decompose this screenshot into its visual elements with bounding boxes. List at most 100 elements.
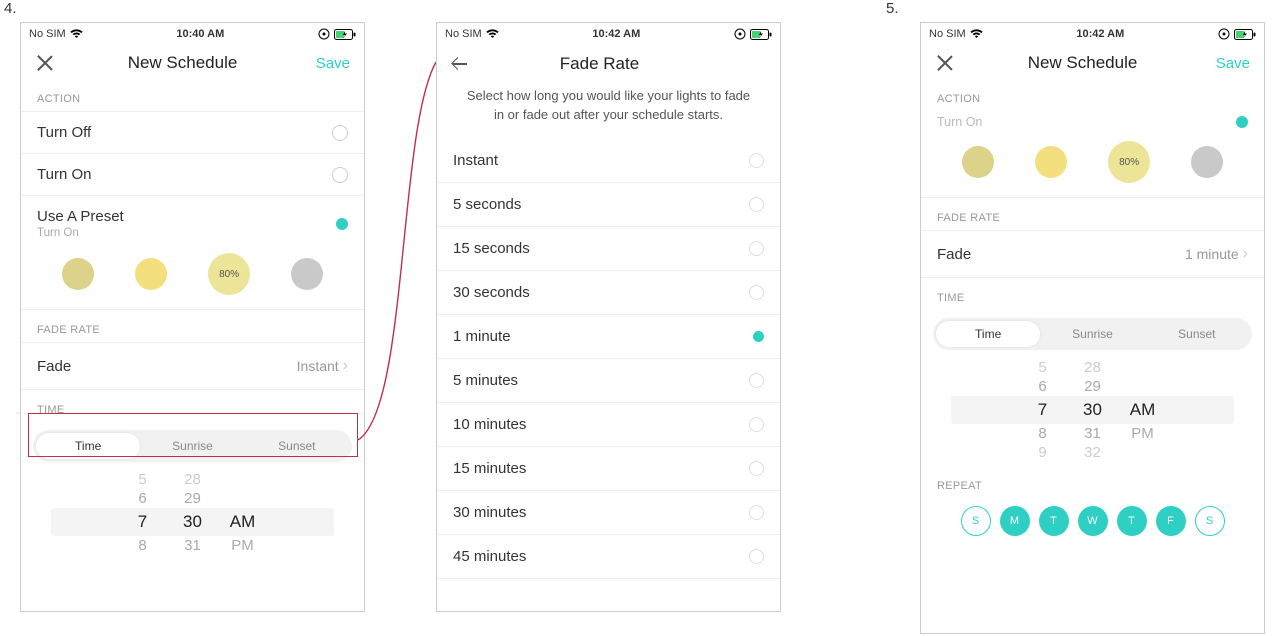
fade-option-row[interactable]: 15 seconds — [437, 227, 780, 271]
phone-screen-1: No SIM 10:40 AM New Schedule Save ACTION… — [20, 22, 365, 612]
fade-option-label: 30 minutes — [453, 504, 526, 521]
status-time: 10:42 AM — [1076, 28, 1124, 40]
chevron-right-icon: › — [343, 357, 348, 375]
section-label-action: ACTION — [921, 79, 1264, 107]
section-label-action: ACTION — [21, 79, 364, 112]
page-title: Fade Rate — [473, 54, 726, 74]
radio-unselected-icon — [332, 167, 348, 183]
row-label: Use A Preset — [37, 208, 124, 225]
time-tab-sunrise[interactable]: Sunrise — [140, 433, 244, 459]
time-tabs: Time Sunrise Sunset — [33, 430, 352, 462]
wifi-icon — [70, 29, 83, 39]
orientation-lock-icon — [318, 28, 330, 40]
row-sublabel: Turn On — [37, 227, 124, 239]
fade-option-label: 5 seconds — [453, 196, 521, 213]
radio-selected-icon — [753, 331, 764, 342]
fade-option-row[interactable]: 15 minutes — [437, 447, 780, 491]
radio-unselected-icon — [749, 197, 764, 212]
preset-color-swatch-selected[interactable]: 80% — [1108, 141, 1150, 183]
time-tab-sunset[interactable]: Sunset — [245, 433, 349, 459]
fade-option-label: 5 minutes — [453, 372, 518, 389]
preset-color-swatch[interactable] — [291, 258, 323, 290]
close-icon[interactable] — [35, 53, 55, 73]
radio-unselected-icon — [749, 549, 764, 564]
fade-option-row[interactable]: 1 minute — [437, 315, 780, 359]
nav-bar: New Schedule Save — [921, 43, 1264, 79]
fade-option-row[interactable]: 10 minutes — [437, 403, 780, 447]
carrier-text: No SIM — [29, 28, 66, 40]
row-label: Turn On — [37, 166, 91, 183]
repeat-day[interactable]: S — [961, 506, 991, 536]
radio-unselected-icon — [749, 417, 764, 432]
time-picker[interactable]: 528 629 730AM 831PM 932 — [921, 358, 1264, 466]
preset-color-swatch[interactable] — [962, 146, 994, 178]
page-title: New Schedule — [955, 53, 1210, 73]
time-picker[interactable]: 528 629 730AM 831PM — [21, 470, 364, 559]
helper-text: Select how long you would like your ligh… — [437, 81, 780, 139]
fade-label: Fade — [937, 246, 971, 263]
preset-color-swatch[interactable] — [1035, 146, 1067, 178]
repeat-day[interactable]: W — [1078, 506, 1108, 536]
preset-color-swatch[interactable] — [1191, 146, 1223, 178]
preset-color-swatch[interactable] — [135, 258, 167, 290]
fade-option-label: 30 seconds — [453, 284, 530, 301]
repeat-day[interactable]: T — [1039, 506, 1069, 536]
fade-option-label: 45 minutes — [453, 548, 526, 565]
action-turn-on[interactable]: Turn On — [21, 154, 364, 196]
preset-color-swatch[interactable] — [62, 258, 94, 290]
repeat-day[interactable]: F — [1156, 506, 1186, 536]
swatch-percent: 80% — [1119, 157, 1139, 168]
connector-line — [358, 60, 443, 455]
preset-color-swatch-selected[interactable]: 80% — [208, 253, 250, 295]
row-label: Turn On — [937, 115, 982, 129]
radio-unselected-icon — [332, 125, 348, 141]
nav-bar: Fade Rate — [437, 43, 780, 81]
fade-row[interactable]: Fade Instant› — [21, 342, 364, 390]
fade-option-label: Instant — [453, 152, 498, 169]
status-bar: No SIM 10:40 AM — [21, 23, 364, 43]
fade-option-label: 1 minute — [453, 328, 511, 345]
fade-options-list: Instant 5 seconds 15 seconds 30 seconds 1 mi… — [437, 139, 780, 579]
action-use-preset[interactable]: Use A Preset Turn On — [21, 196, 364, 243]
fade-option-row[interactable]: 5 minutes — [437, 359, 780, 403]
time-tab-time[interactable]: Time — [936, 321, 1040, 347]
preset-swatches: 80% — [921, 131, 1264, 198]
wifi-icon — [486, 29, 499, 39]
repeat-day[interactable]: T — [1117, 506, 1147, 536]
time-tab-sunrise[interactable]: Sunrise — [1040, 321, 1144, 347]
fade-row[interactable]: Fade 1 minute› — [921, 230, 1264, 278]
close-icon[interactable] — [935, 53, 955, 73]
save-button[interactable]: Save — [1210, 55, 1250, 72]
battery-icon — [750, 29, 772, 40]
radio-unselected-icon — [749, 285, 764, 300]
orientation-lock-icon — [1218, 28, 1230, 40]
section-label-time: TIME — [21, 390, 364, 422]
fade-value: 1 minute — [1185, 246, 1239, 262]
section-label-fade: FADE RATE — [921, 198, 1264, 230]
swatch-percent: 80% — [219, 269, 239, 280]
repeat-day[interactable]: S — [1195, 506, 1225, 536]
fade-option-row[interactable]: 5 seconds — [437, 183, 780, 227]
radio-unselected-icon — [749, 505, 764, 520]
row-label: Turn Off — [37, 124, 91, 141]
fade-option-row[interactable]: Instant — [437, 139, 780, 183]
time-tab-sunset[interactable]: Sunset — [1145, 321, 1249, 347]
action-turn-on-row[interactable]: Turn On — [921, 107, 1264, 131]
action-turn-off[interactable]: Turn Off — [21, 112, 364, 154]
fade-option-row[interactable]: 30 minutes — [437, 491, 780, 535]
save-button[interactable]: Save — [310, 55, 350, 72]
time-tab-time[interactable]: Time — [36, 433, 140, 459]
repeat-day[interactable]: M — [1000, 506, 1030, 536]
radio-unselected-icon — [749, 461, 764, 476]
fade-value: Instant — [297, 358, 339, 374]
back-arrow-icon[interactable] — [451, 53, 473, 75]
fade-option-row[interactable]: 45 minutes — [437, 535, 780, 579]
orientation-lock-icon — [734, 28, 746, 40]
fade-option-row[interactable]: 30 seconds — [437, 271, 780, 315]
fade-option-label: 10 minutes — [453, 416, 526, 433]
page-title: New Schedule — [55, 53, 310, 73]
wifi-icon — [970, 29, 983, 39]
fade-label: Fade — [37, 358, 71, 375]
status-bar: No SIM 10:42 AM — [921, 23, 1264, 43]
radio-unselected-icon — [749, 153, 764, 168]
